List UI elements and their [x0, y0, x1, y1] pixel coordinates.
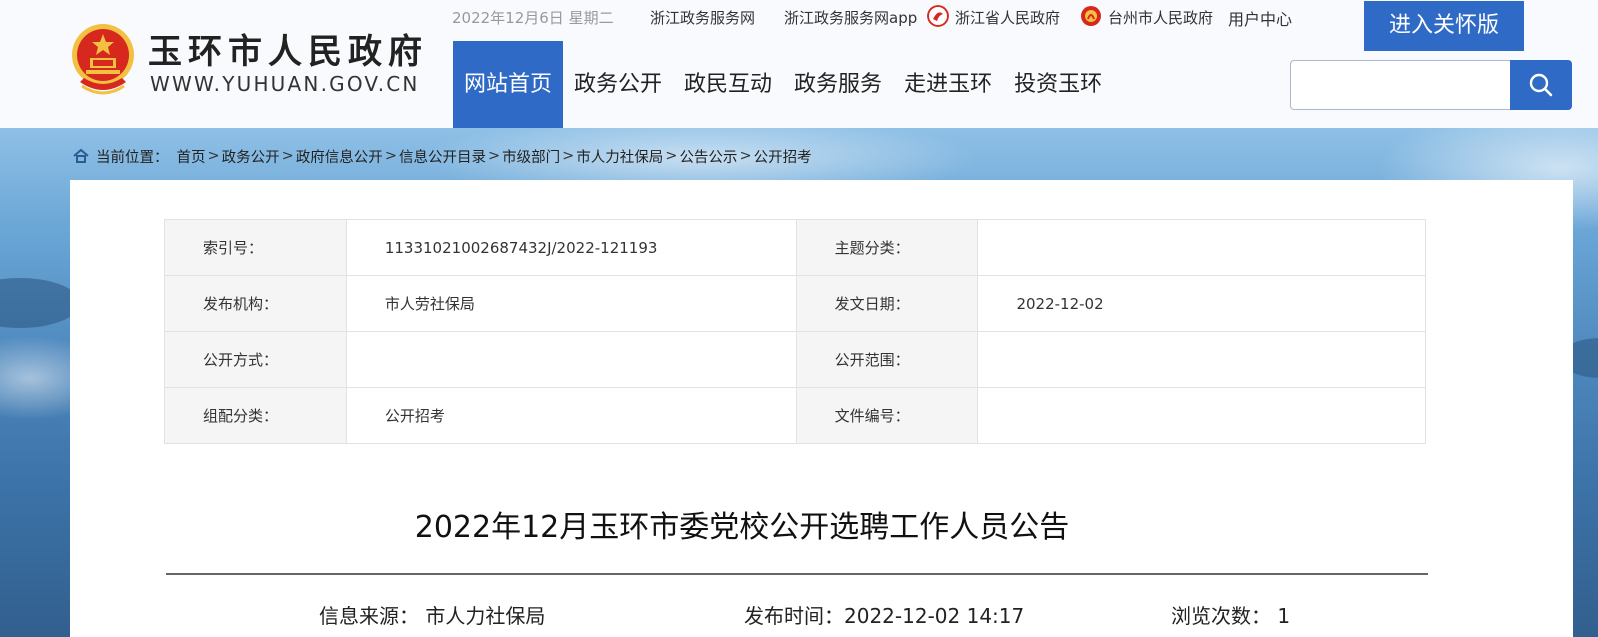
site-logo[interactable]: 玉环市人民政府 WWW.YUHUAN.GOV.CN: [70, 22, 442, 96]
title-divider: [166, 573, 1428, 575]
breadcrumb-announcements[interactable]: 公告公示: [679, 146, 737, 167]
meta-value-issue-date: 2022-12-02: [977, 275, 1426, 332]
meta-value-publisher: 市人劳社保局: [345, 275, 797, 332]
views-value: 1: [1277, 604, 1291, 628]
table-row: 发布机构： 市人劳社保局 发文日期： 2022-12-02: [164, 275, 1426, 332]
meta-value-index: 11331021002687432J/2022-121193: [345, 219, 797, 276]
meta-value-doc-number: [977, 387, 1426, 444]
breadcrumb-public-recruitment[interactable]: 公开招考: [754, 146, 812, 167]
nav-item-interaction[interactable]: 政民互动: [673, 41, 783, 128]
current-date: 2022年12月6日 星期二: [452, 9, 614, 27]
nav-item-home[interactable]: 网站首页: [453, 41, 564, 128]
views-label: 浏览次数：: [1171, 604, 1271, 628]
breadcrumb: 当前位置： 首页 > 政务公开 > 政府信息公开 > 信息公开目录 > 市级部门 > 市人…: [72, 146, 812, 166]
meta-key-issue-date: 发文日期：: [795, 275, 979, 332]
breadcrumb-separator: >: [739, 148, 752, 164]
breadcrumb-separator: >: [281, 148, 294, 164]
zhejiang-gov-icon: [927, 5, 949, 27]
nav-item-invest[interactable]: 投资玉环: [1003, 41, 1113, 128]
meta-key-index: 索引号：: [164, 219, 347, 276]
meta-key-doc-number: 文件编号：: [795, 387, 979, 444]
meta-key-publisher: 发布机构：: [164, 275, 347, 332]
link-zhejiang-gov[interactable]: 浙江省人民政府: [955, 7, 1060, 28]
breadcrumb-separator: >: [665, 148, 678, 164]
taizhou-gov-icon: [1081, 6, 1101, 26]
table-row: 公开方式： 公开范围：: [164, 331, 1426, 388]
article-publish-time: 发布时间：2022-12-02 14:17: [744, 600, 1024, 629]
table-row: 索引号： 11331021002687432J/2022-121193 主题分类…: [164, 219, 1426, 276]
meta-value-disclosure-scope: [977, 331, 1426, 388]
breadcrumb-city-departments[interactable]: 市级部门: [502, 146, 560, 167]
source-value: 市人力社保局: [425, 604, 546, 628]
nav-item-about-yuhuan[interactable]: 走进玉环: [893, 41, 1003, 128]
breadcrumb-separator: >: [207, 148, 220, 164]
breadcrumb-gov-affairs[interactable]: 政务公开: [222, 146, 280, 167]
care-mode-button[interactable]: 进入关怀版: [1364, 1, 1524, 51]
breadcrumb-home[interactable]: 首页: [177, 146, 206, 167]
link-user-center[interactable]: 用户中心: [1228, 6, 1292, 30]
meta-value-category: 公开招考: [345, 387, 797, 444]
meta-key-topic: 主题分类：: [795, 219, 979, 276]
table-row: 组配分类： 公开招考 文件编号：: [164, 387, 1426, 444]
link-zhejiang-service-app[interactable]: 浙江政务服务网app: [784, 7, 917, 28]
nav-item-gov-affairs[interactable]: 政务公开: [563, 41, 673, 128]
breadcrumb-separator: >: [487, 148, 501, 164]
meta-key-disclosure-method: 公开方式：: [164, 331, 347, 388]
publish-label: 发布时间：: [744, 604, 844, 628]
breadcrumb-disclosure-catalog[interactable]: 信息公开目录: [399, 146, 486, 167]
search-box: [1290, 60, 1572, 110]
meta-key-disclosure-scope: 公开范围：: [795, 331, 979, 388]
meta-key-category: 组配分类：: [164, 387, 347, 444]
link-taizhou-gov[interactable]: 台州市人民政府: [1108, 7, 1213, 28]
breadcrumb-separator: >: [384, 148, 397, 164]
meta-value-disclosure-method: [345, 331, 797, 388]
breadcrumb-hr-bureau[interactable]: 市人力社保局: [576, 146, 663, 167]
home-icon: [73, 148, 89, 163]
site-header: 玉环市人民政府 WWW.YUHUAN.GOV.CN 2022年12月6日 星期二…: [0, 0, 1598, 128]
link-zhejiang-service[interactable]: 浙江政务服务网: [650, 7, 755, 28]
nav-item-services[interactable]: 政务服务: [783, 41, 893, 128]
source-label: 信息来源：: [319, 604, 419, 628]
article-source: 信息来源： 市人力社保局: [319, 600, 545, 629]
content-panel: 索引号： 11331021002687432J/2022-121193 主题分类…: [70, 180, 1573, 637]
breadcrumb-separator: >: [562, 148, 575, 164]
article-title: 2022年12月玉环市委党校公开选聘工作人员公告: [414, 510, 1070, 545]
search-icon: [1529, 73, 1553, 97]
breadcrumb-info-disclosure[interactable]: 政府信息公开: [296, 146, 383, 167]
national-emblem-icon: [72, 24, 134, 95]
site-domain: WWW.YUHUAN.GOV.CN: [150, 72, 420, 96]
search-input[interactable]: [1290, 60, 1512, 110]
site-name: 玉环市人民政府: [148, 32, 428, 72]
search-button[interactable]: [1510, 60, 1572, 110]
main-nav: 网站首页 政务公开 政民互动 政务服务 走进玉环 投资玉环: [453, 41, 1113, 128]
publish-value: 2022-12-02 14:17: [844, 604, 1025, 628]
meta-value-topic: [977, 219, 1426, 276]
breadcrumb-prefix: 当前位置：: [96, 149, 169, 166]
island-shape: [0, 278, 80, 328]
document-meta-table: 索引号： 11331021002687432J/2022-121193 主题分类…: [164, 219, 1426, 444]
article-view-count: 浏览次数： 1: [1171, 600, 1290, 629]
